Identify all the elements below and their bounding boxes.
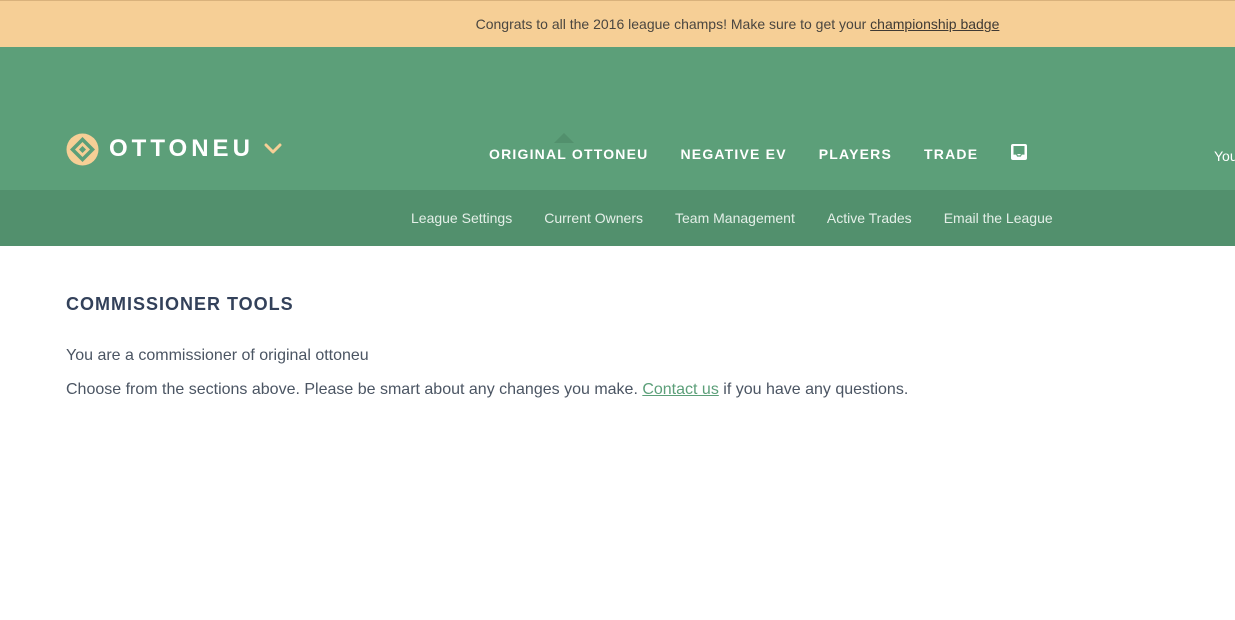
sub-nav-items: League Settings Current Owners Team Mana…	[411, 190, 1085, 246]
main-content: COMMISSIONER TOOLS You are a commissione…	[66, 294, 1166, 399]
inbox-icon[interactable]	[1010, 143, 1028, 161]
championship-badge-link[interactable]: championship badge	[870, 16, 999, 32]
instructions-after: if you have any questions.	[718, 381, 909, 398]
user-menu[interactable]: You	[1214, 148, 1235, 164]
subnav-active-trades[interactable]: Active Trades	[827, 210, 912, 226]
active-nav-caret	[554, 133, 574, 143]
contact-us-link[interactable]: Contact us	[642, 381, 718, 398]
sub-nav: League Settings Current Owners Team Mana…	[0, 190, 1235, 246]
instructions-text: Choose from the sections above. Please b…	[66, 381, 1166, 399]
commissioner-status-text: You are a commissioner of original otton…	[66, 347, 369, 364]
chevron-down-icon[interactable]	[264, 143, 282, 155]
subnav-email-league[interactable]: Email the League	[944, 210, 1053, 226]
brand-name: OTTONEU	[109, 135, 254, 162]
instructions-before: Choose from the sections above. Please b…	[66, 381, 643, 398]
page-title: COMMISSIONER TOOLS	[66, 294, 294, 314]
nav-players[interactable]: PLAYERS	[819, 146, 892, 162]
announcement-banner: Congrats to all the 2016 league champs! …	[0, 0, 1235, 47]
announcement-wrap: Congrats to all the 2016 league champs! …	[236, 16, 1000, 32]
subnav-league-settings[interactable]: League Settings	[411, 210, 512, 226]
subnav-team-management[interactable]: Team Management	[675, 210, 795, 226]
site-header: OTTONEU ORIGINAL OTTONEU NEGATIVE EV PLA…	[0, 47, 1235, 190]
nav-negative-ev[interactable]: NEGATIVE EV	[680, 146, 786, 162]
main-nav: ORIGINAL OTTONEU NEGATIVE EV PLAYERS TRA…	[489, 142, 1028, 166]
ottoneu-diamond-logo-icon	[66, 133, 99, 165]
announcement-text: Congrats to all the 2016 league champs! …	[475, 16, 871, 32]
nav-trade[interactable]: TRADE	[924, 146, 978, 162]
nav-original-ottoneu[interactable]: ORIGINAL OTTONEU	[489, 146, 648, 162]
brand-logo[interactable]: OTTONEU	[66, 133, 282, 165]
subnav-current-owners[interactable]: Current Owners	[544, 210, 643, 226]
